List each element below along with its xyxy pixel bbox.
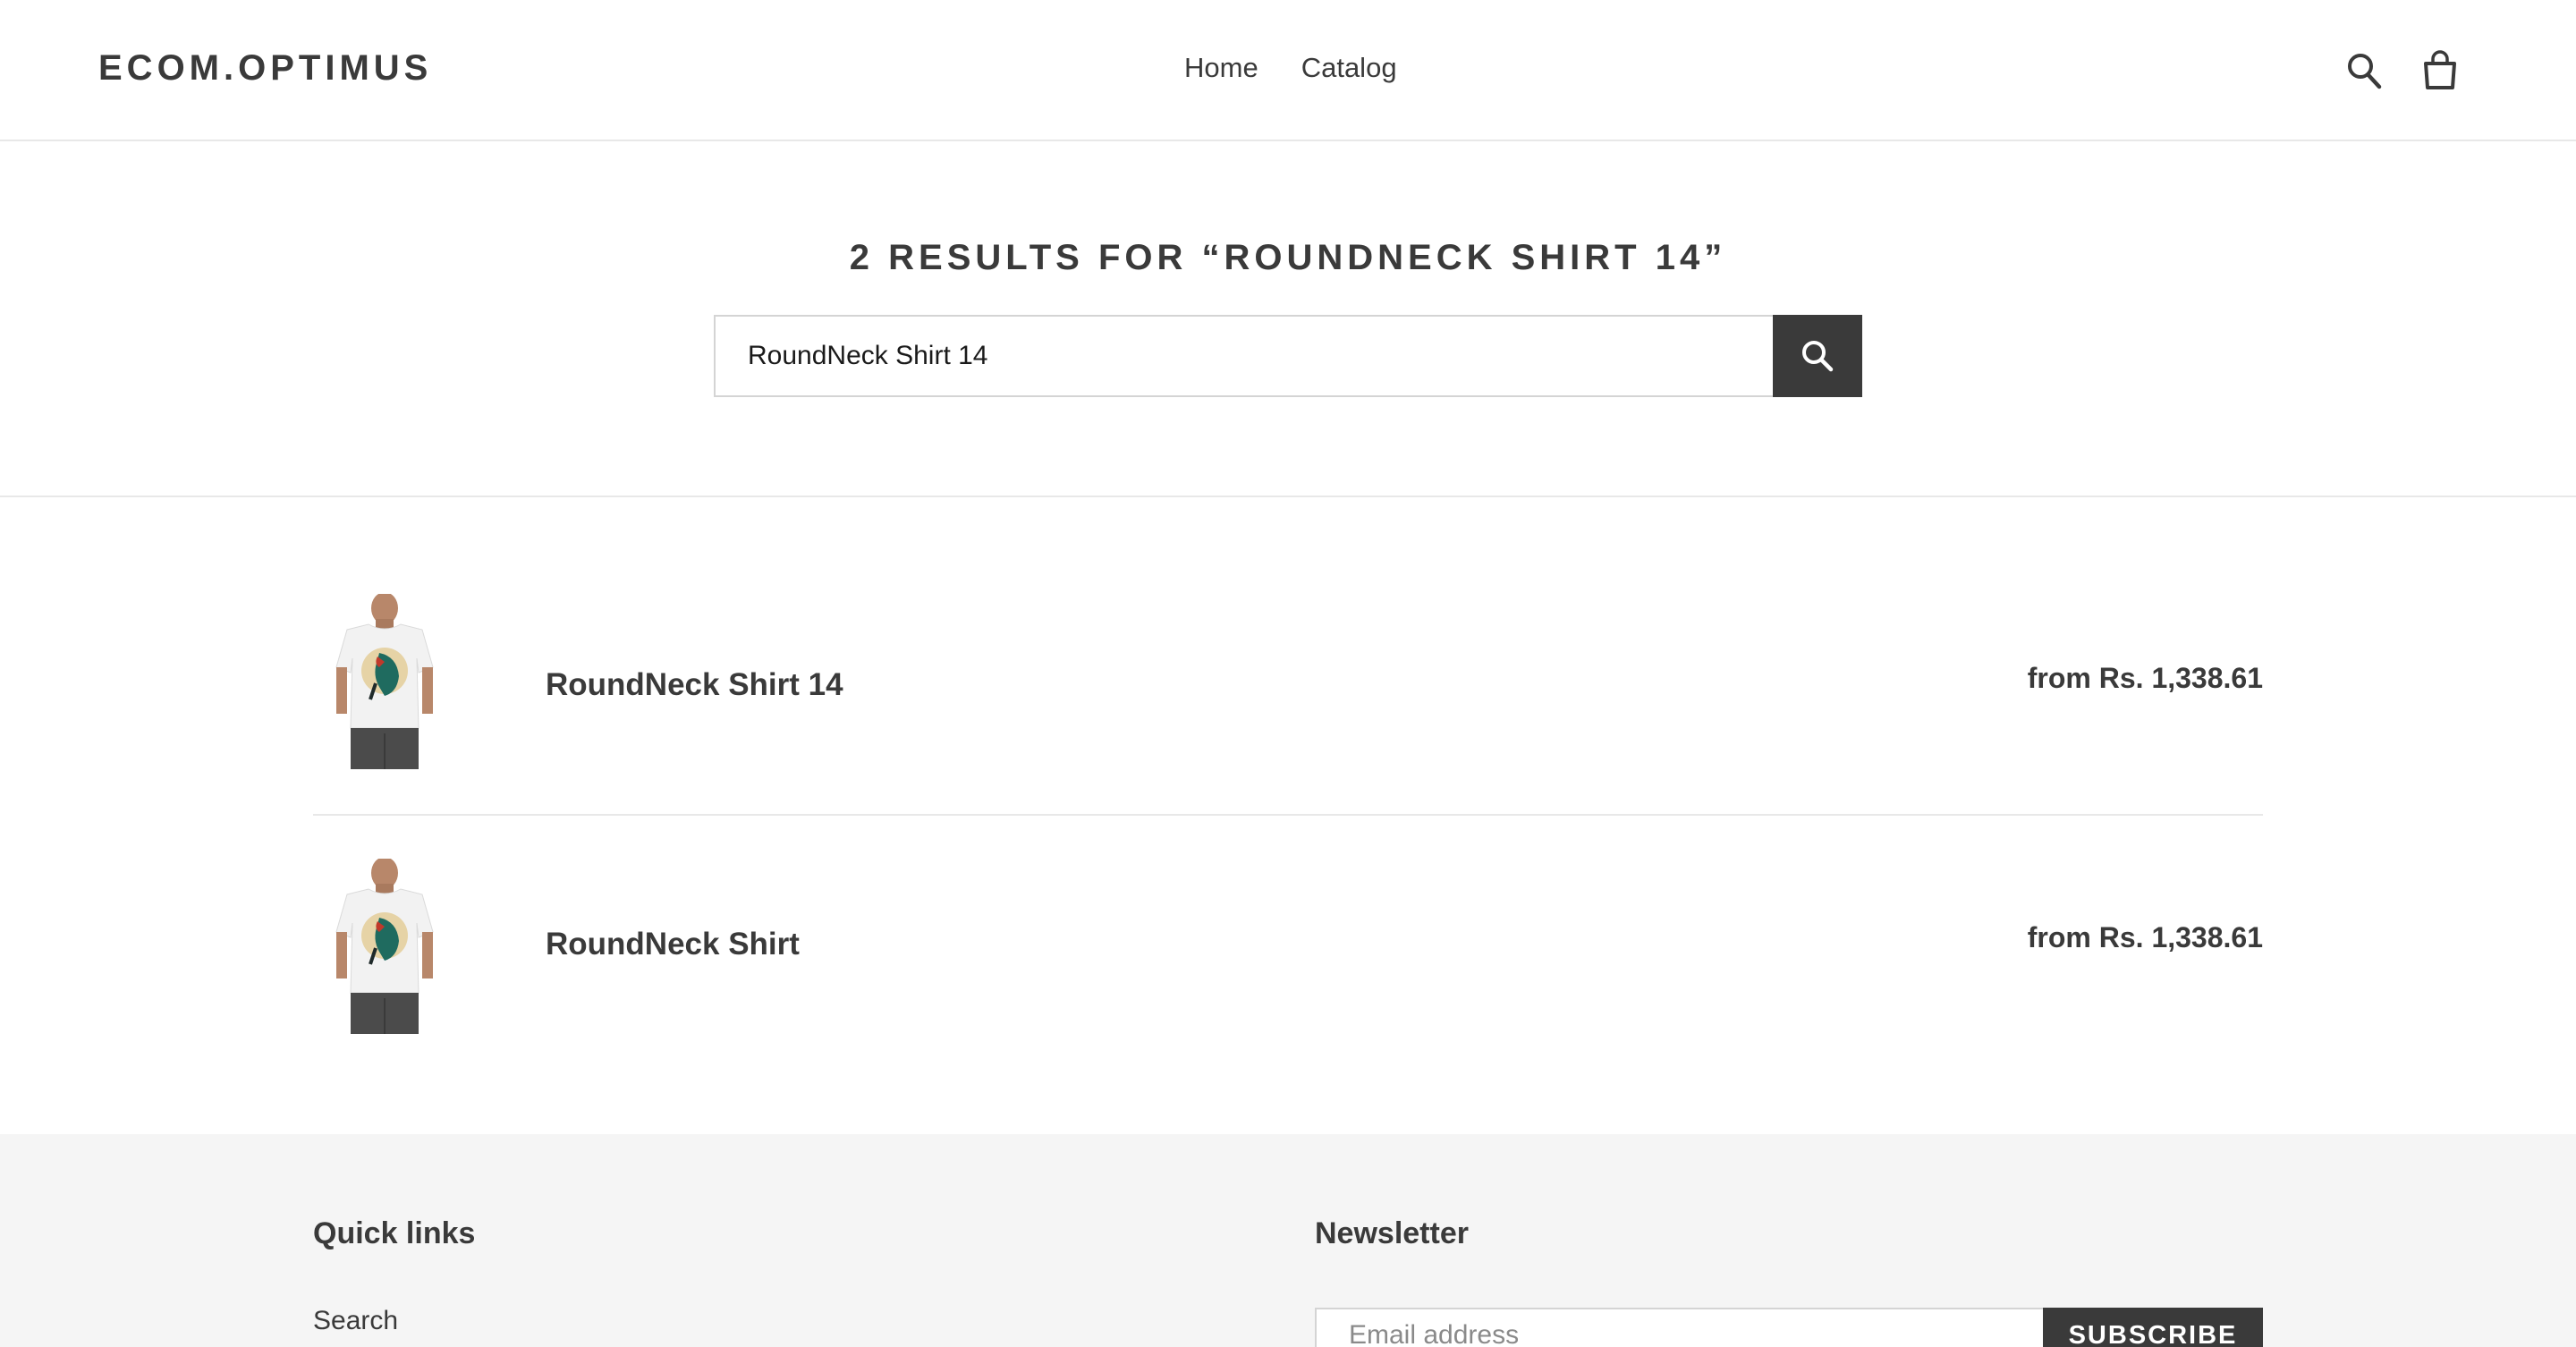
newsletter-email-input[interactable] (1315, 1308, 2043, 1347)
nav-home-link[interactable]: Home (1184, 52, 1258, 84)
search-section: 2 RESULTS FOR “ROUNDNECK SHIRT 14” (0, 141, 2576, 497)
product-price: from Rs. 1,338.61 (2027, 662, 2263, 694)
product-title-link[interactable]: RoundNeck Shirt 14 (546, 667, 843, 703)
search-icon[interactable] (2345, 50, 2385, 91)
quick-links-heading: Quick links (313, 1216, 476, 1250)
search-results: RoundNeck Shirt 14 from Rs. 1,338.61 Rou… (313, 555, 2263, 1077)
product-price: from Rs. 1,338.61 (2027, 921, 2263, 953)
tshirt-parrot-image[interactable] (322, 859, 447, 1034)
nav-catalog-link[interactable]: Catalog (1301, 52, 1397, 84)
main-nav: Home Catalog (1184, 52, 1397, 84)
search-submit-button[interactable] (1773, 315, 1862, 397)
footer-link-search[interactable]: Search (313, 1306, 398, 1336)
search-icon (1802, 341, 1834, 372)
site-logo[interactable]: ECOM.OPTIMUS (98, 48, 432, 89)
newsletter-heading: Newsletter (1315, 1216, 1469, 1250)
site-header: ECOM.OPTIMUS Home Catalog (0, 0, 2576, 141)
product-title-link[interactable]: RoundNeck Shirt (546, 927, 800, 962)
results-heading: 2 RESULTS FOR “ROUNDNECK SHIRT 14” (849, 238, 1727, 277)
search-input[interactable] (714, 315, 1773, 397)
tshirt-parrot-image[interactable] (322, 594, 447, 769)
subscribe-button[interactable]: SUBSCRIBE (2043, 1308, 2263, 1347)
site-footer: Quick links Search Newsletter SUBSCRIBE (0, 1134, 2576, 1347)
result-item[interactable]: RoundNeck Shirt 14 from Rs. 1,338.61 (313, 555, 2263, 816)
result-item[interactable]: RoundNeck Shirt from Rs. 1,338.61 (313, 816, 2263, 1077)
header-icons (2345, 50, 2460, 91)
cart-icon[interactable] (2420, 50, 2460, 91)
